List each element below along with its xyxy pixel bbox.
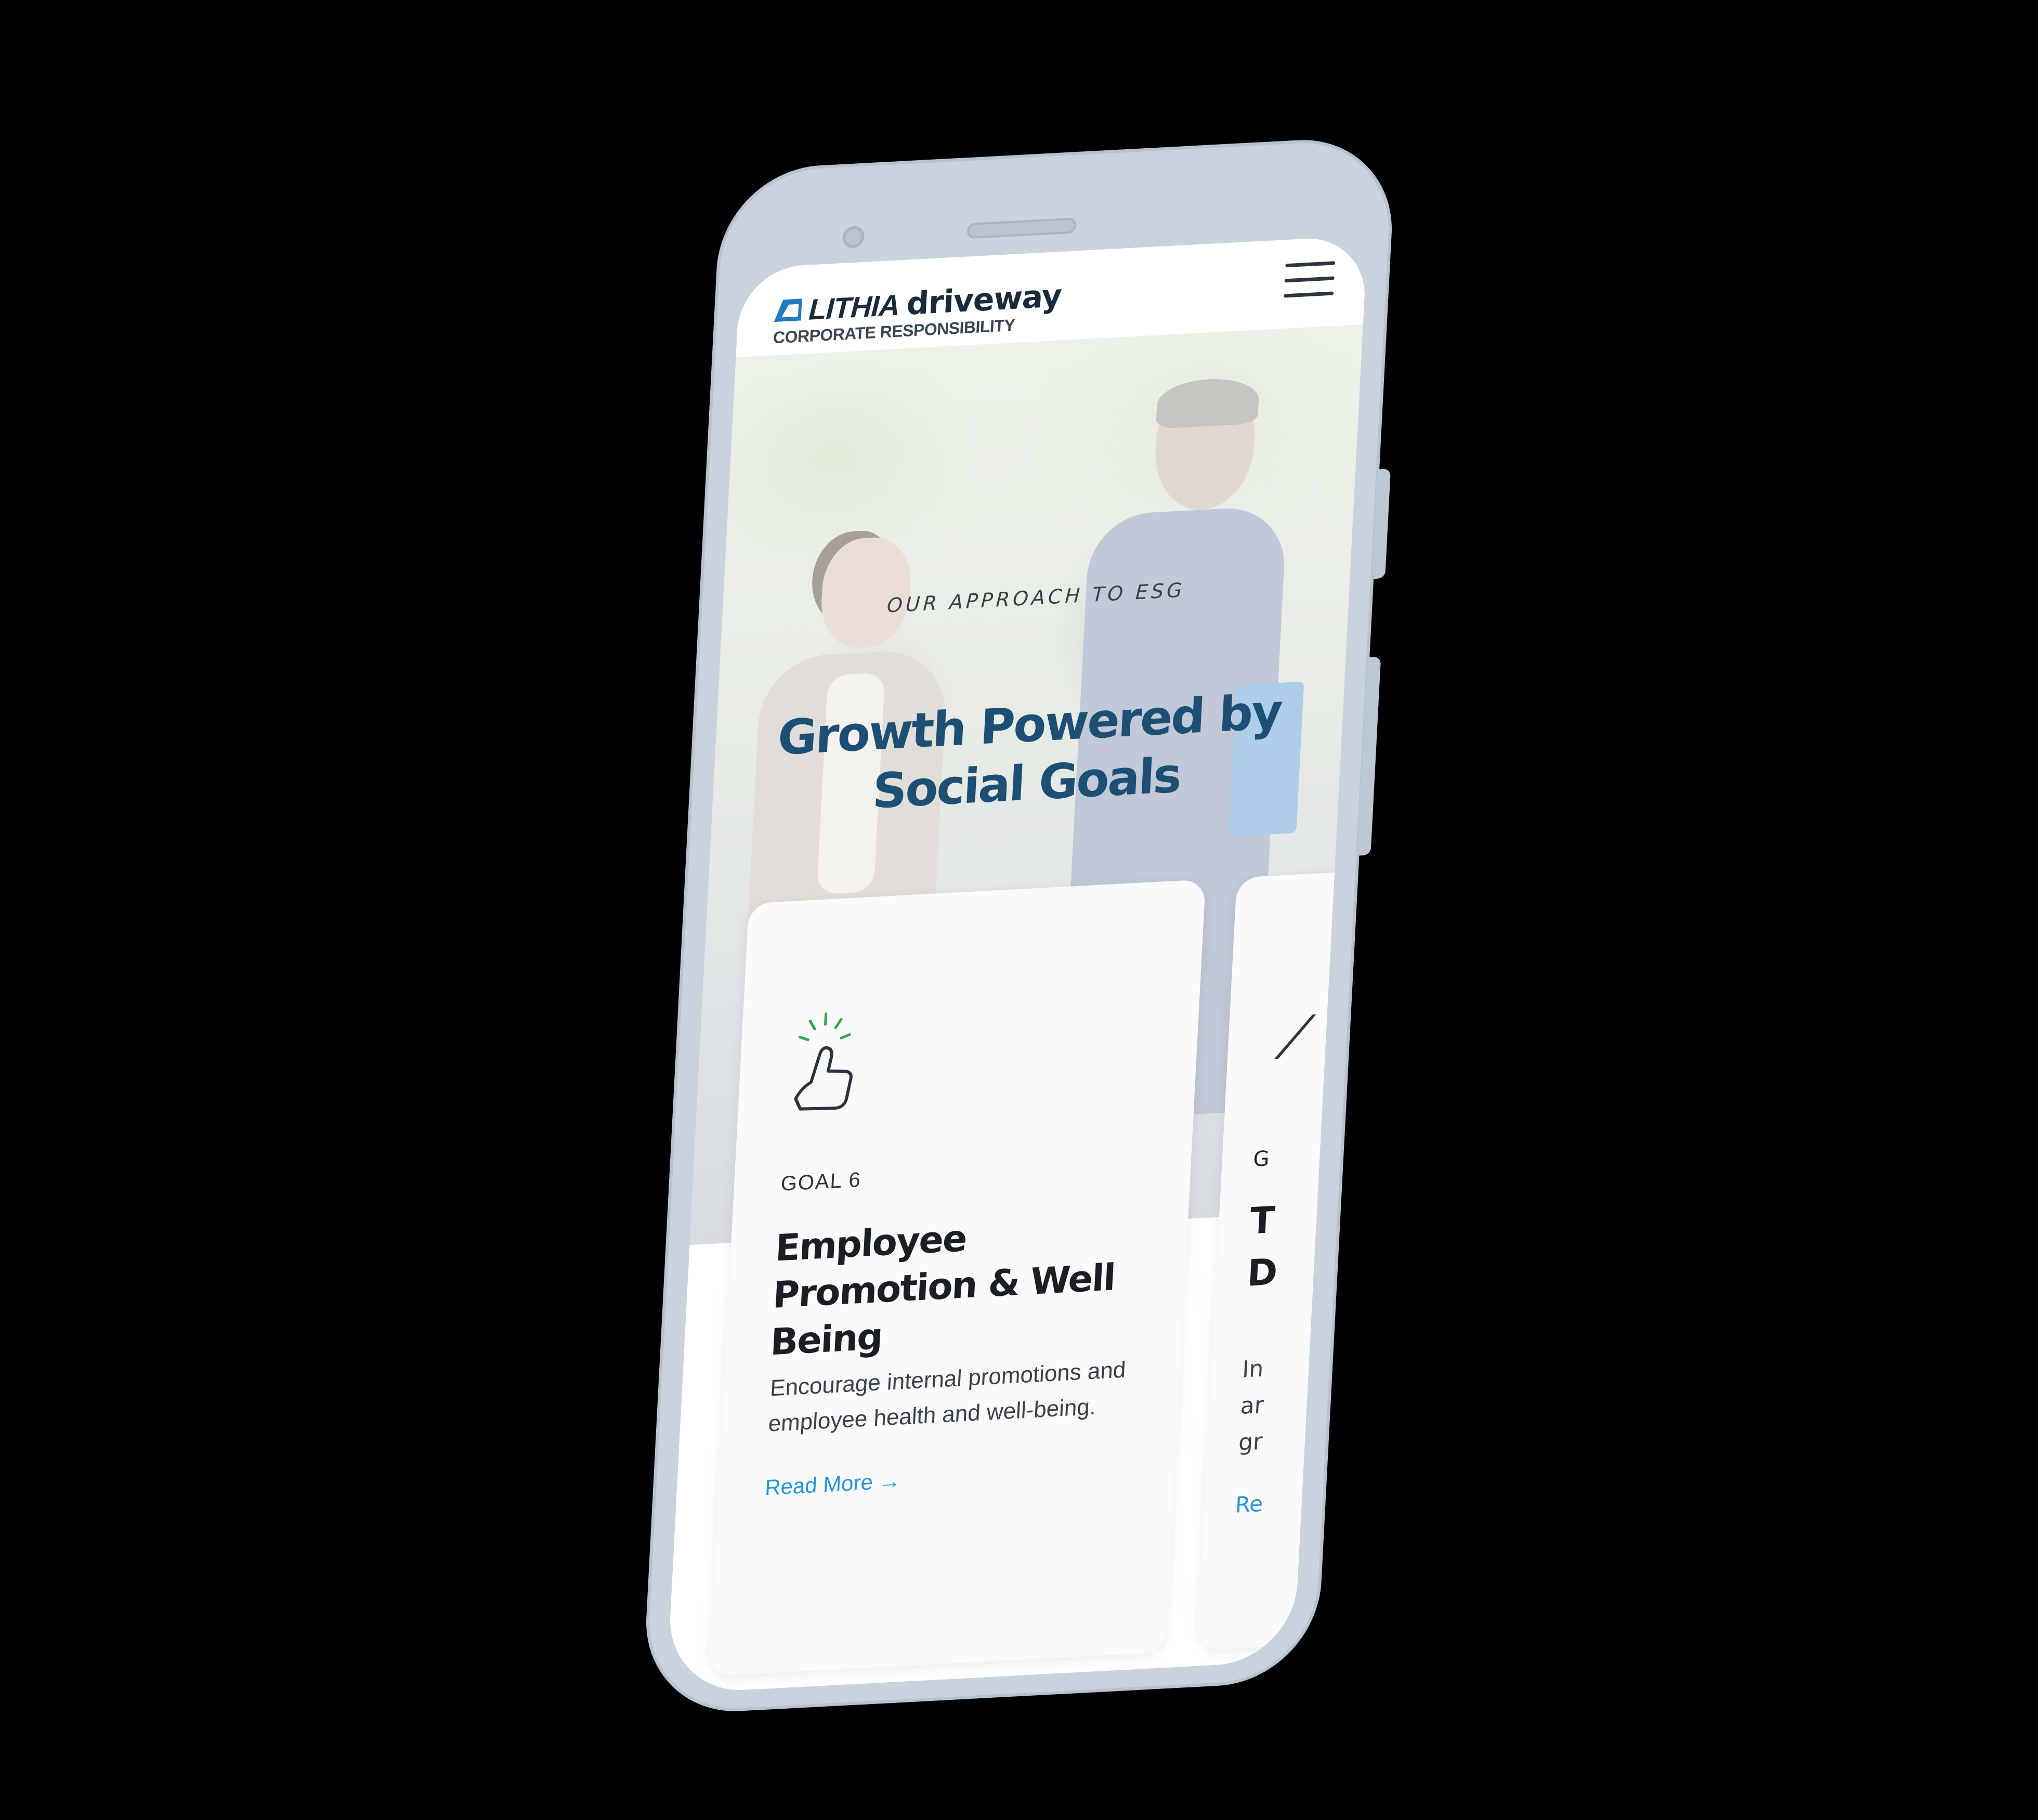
goal-description: Encourage internal promotions and employ…: [767, 1357, 1127, 1437]
phone-side-button: [1371, 469, 1391, 579]
goal-card[interactable]: ⟋ G T D In ar gr Re: [1196, 861, 1368, 1650]
goal-number: G: [1252, 1147, 1270, 1172]
goal-number: GOAL 6: [780, 1168, 862, 1195]
goal-icon-partial: ⟋: [1273, 1005, 1317, 1071]
goal-description: In: [1242, 1355, 1264, 1383]
goal-title: D: [1246, 1250, 1279, 1295]
lithia-logo-icon: [774, 298, 802, 322]
logo-lithia-text: LITHIA: [808, 288, 900, 326]
phone-frame: LITHIA driveway CORPORATE RESPONSIBILITY…: [641, 135, 1397, 1717]
phone-mockup: LITHIA driveway CORPORATE RESPONSIBILITY…: [641, 135, 1397, 1717]
logo-driveway-text: driveway: [906, 277, 1063, 322]
thumbs-up-icon: [794, 1012, 853, 1111]
goal-title: T: [1249, 1198, 1276, 1243]
phone-side-button: [1357, 656, 1381, 856]
goal-description: ar: [1239, 1392, 1265, 1420]
goal-title: Employee Promotion & Well Being: [769, 1216, 1116, 1364]
front-camera: [842, 225, 865, 249]
goal-description: gr: [1237, 1428, 1263, 1457]
read-more-link[interactable]: Re: [1235, 1491, 1264, 1518]
hamburger-menu-icon[interactable]: [1284, 259, 1336, 300]
phone-screen: LITHIA driveway CORPORATE RESPONSIBILITY…: [666, 235, 1368, 1694]
goal-card[interactable]: GOAL 6 Employee Promotion & Well Being E…: [708, 879, 1206, 1676]
read-more-link[interactable]: Read More →: [764, 1468, 902, 1500]
earpiece-speaker: [966, 217, 1077, 239]
goal-cards-carousel[interactable]: GOAL 6 Employee Promotion & Well Being E…: [666, 861, 1368, 1694]
